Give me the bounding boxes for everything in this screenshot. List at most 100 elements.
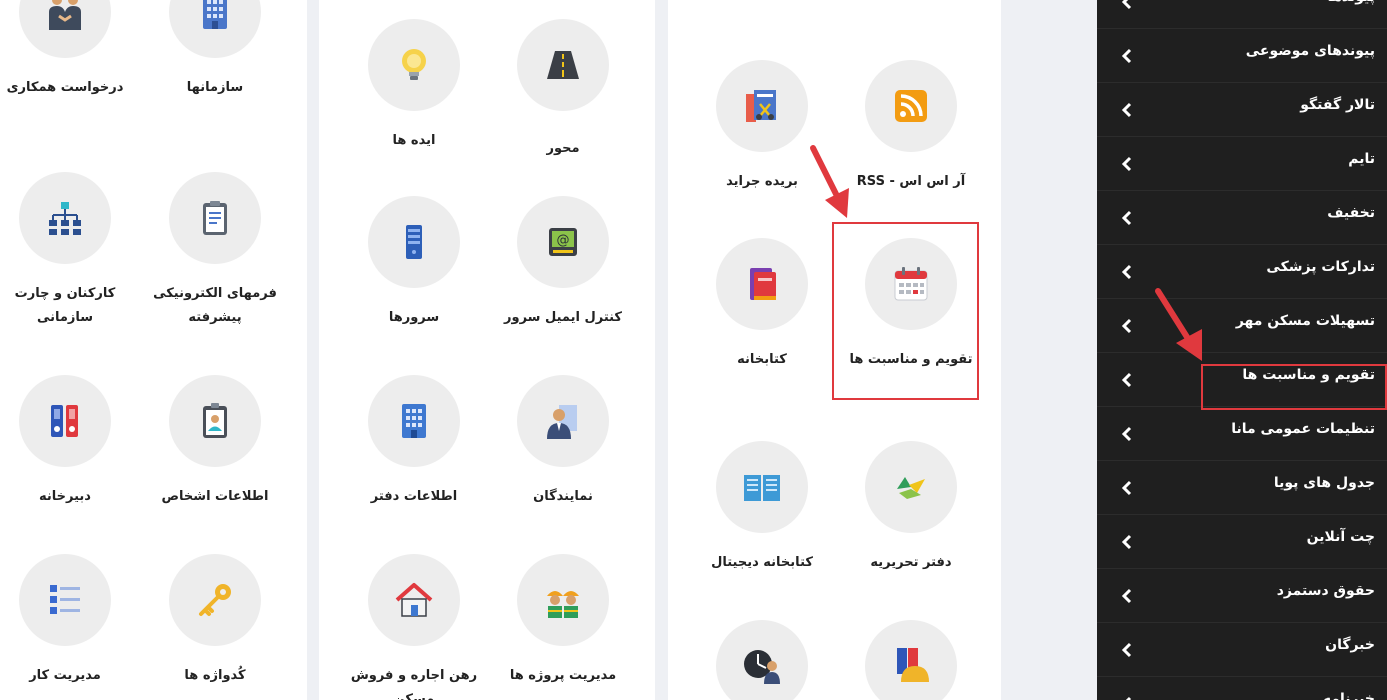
sidebar-menu-item[interactable]: حقوق دستمزد: [1097, 569, 1387, 623]
tile-label: ایده ها: [392, 133, 436, 148]
tile-keywords[interactable]: کُدواژه ها: [140, 554, 290, 688]
workers-icon: [517, 554, 609, 646]
chevron-left-icon: [1121, 480, 1132, 496]
sidebar-menu-item[interactable]: چت آنلاین: [1097, 515, 1387, 569]
chevron-left-icon: [1121, 0, 1132, 10]
sidebar-menu-item[interactable]: تسهیلات مسکن مهر: [1097, 299, 1387, 353]
chevron-left-icon: [1121, 318, 1132, 334]
tile-cooperation-request[interactable]: درخواست همکاری: [0, 0, 140, 100]
sidebar-menu-label: جدول های پویا: [1273, 475, 1375, 491]
chevron-left-icon: [1121, 48, 1132, 64]
sidebar-menu-label: تنظیمات عمومی مانا: [1231, 421, 1375, 437]
annotation-arrow-tile: [810, 145, 849, 218]
sidebar-menu-label: پیوندهای موضوعی: [1245, 43, 1375, 59]
tile-label: رهن اجاره و فروش مسکن: [350, 668, 478, 700]
sidebar-menu-item[interactable]: تخفیف: [1097, 191, 1387, 245]
tile-label: اطلاعات دفتر: [370, 489, 458, 504]
sidebar-menu-label: خبرگان: [1325, 637, 1375, 653]
tile-label: کنترل ایمیل سرور: [504, 310, 622, 325]
tile-axis[interactable]: محور: [488, 19, 638, 161]
tile-organizations[interactable]: سازمانها: [140, 0, 290, 100]
sidebar-menu-label: خبرنامه: [1322, 691, 1375, 700]
clock-person-icon: [716, 620, 808, 700]
tile-electronic-forms[interactable]: فرمهای الکترونیکی پیشرفته: [140, 172, 290, 330]
binders-icon: [19, 375, 111, 467]
chevron-left-icon: [1125, 696, 1132, 700]
office-building-icon: [368, 375, 460, 467]
sidebar-menu-label: چت آنلاین: [1306, 529, 1375, 545]
tile-servers[interactable]: سرورها: [339, 196, 489, 330]
tile-email-server-control[interactable]: @ کنترل ایمیل سرور: [488, 196, 638, 330]
sidebar-menu-label: تخفیف: [1327, 205, 1375, 221]
tile-library[interactable]: کتابخانه: [687, 238, 837, 372]
tile-secretariat[interactable]: دبیرخانه: [0, 375, 140, 509]
clipboard-form-icon: [169, 172, 261, 264]
chevron-left-icon: [1121, 372, 1132, 388]
tile-label: کتابخانه دیجیتال: [711, 555, 813, 570]
newspaper-clipping-icon: [716, 60, 808, 152]
building-icon: [169, 0, 261, 58]
org-chart-icon: [19, 172, 111, 264]
tile-representatives[interactable]: نمایندگان: [488, 375, 638, 509]
lightbulb-icon: [368, 19, 460, 111]
email-server-icon: @: [517, 196, 609, 288]
sidebar-menu-label: تدارکات پزشکی: [1266, 259, 1375, 275]
house-icon: [368, 554, 460, 646]
sidebar-menu-label: پیوندها: [1327, 0, 1375, 5]
tile-label: آر اس اس - RSS: [856, 174, 966, 189]
id-badge-icon: [169, 375, 261, 467]
menu-item-highlight: [1201, 364, 1387, 410]
calendar-tile-highlight: [832, 222, 979, 400]
tile-label: فرمهای الکترونیکی پیشرفته: [153, 286, 277, 325]
representative-icon: [517, 375, 609, 467]
tile-editorial-office[interactable]: دفتر تحریریه: [836, 441, 986, 575]
tile-label: دبیرخانه: [39, 489, 91, 504]
chevron-left-icon: [1121, 534, 1132, 550]
tile-label: درخواست همکاری: [6, 80, 124, 95]
module-panel-left: سازمانها درخواست همکاری فرمهای الکترونیک…: [0, 0, 307, 700]
tile-clock-person[interactable]: [687, 620, 837, 700]
road-icon: [517, 19, 609, 111]
tile-label: مدیریت کار: [29, 668, 101, 683]
sidebar-menu-item[interactable]: تدارکات پزشکی: [1097, 245, 1387, 299]
sidebar-menu-item[interactable]: جدول های پویا: [1097, 461, 1387, 515]
tile-task-management[interactable]: مدیریت کار: [0, 554, 140, 688]
task-list-icon: [19, 554, 111, 646]
sidebar-menu-item[interactable]: تایم: [1097, 137, 1387, 191]
sidebar-menu-label: حقوق دستمزد: [1276, 583, 1375, 599]
tile-binder-helmet[interactable]: [836, 620, 986, 700]
key-icon: [169, 554, 261, 646]
annotation-arrow-menu: [1155, 288, 1202, 361]
books-icon: [716, 238, 808, 330]
tile-project-management[interactable]: مدیریت پروژه ها: [488, 554, 638, 688]
tile-housing-rent-sale[interactable]: رهن اجاره و فروش مسکن: [339, 554, 489, 700]
chevron-left-icon: [1121, 210, 1132, 226]
tile-label: سرورها: [388, 310, 440, 325]
tile-label: دفتر تحریریه: [870, 555, 952, 570]
sidebar-menu-item[interactable]: خبرگان: [1097, 623, 1387, 677]
module-panel-middle: محور ایده ها @ کنترل ایمیل سرور سرورها ن…: [319, 0, 655, 700]
sidebar-menu-item[interactable]: تالار گفتگو: [1097, 83, 1387, 137]
tile-staff-org-chart[interactable]: کارکنان و چارت سازمانی: [0, 172, 140, 330]
tile-office-info[interactable]: اطلاعات دفتر: [339, 375, 489, 509]
editorial-icon: [865, 441, 957, 533]
tile-label: کُدواژه ها: [184, 668, 246, 683]
chevron-left-icon: [1121, 156, 1132, 172]
binder-helmet-icon: [865, 620, 957, 700]
sidebar-menu: پیوندها پیوندهای موضوعی تالار گفتگو تایم تخف…: [1097, 0, 1387, 700]
tile-digital-library[interactable]: کتابخانه دیجیتال: [687, 441, 837, 575]
tile-rss[interactable]: آر اس اس - RSS: [836, 60, 986, 194]
sidebar-menu-label: تسهیلات مسکن مهر: [1235, 313, 1375, 329]
chevron-left-icon: [1121, 642, 1132, 658]
sidebar-menu-item[interactable]: پیوندها: [1097, 0, 1387, 29]
sidebar-menu-item[interactable]: پیوندهای موضوعی: [1097, 29, 1387, 83]
sidebar-menu-item[interactable]: خبرنامه: [1097, 677, 1387, 700]
chevron-left-icon: [1121, 102, 1132, 118]
svg-text:@: @: [557, 233, 570, 248]
tile-label: کارکنان و چارت سازمانی: [14, 286, 116, 325]
tile-person-info[interactable]: اطلاعات اشخاص: [140, 375, 290, 509]
sidebar-menu-item[interactable]: تنظیمات عمومی مانا: [1097, 407, 1387, 461]
handshake-people-icon: [19, 0, 111, 58]
tile-ideas[interactable]: ایده ها: [339, 19, 489, 153]
chevron-left-icon: [1121, 426, 1132, 442]
